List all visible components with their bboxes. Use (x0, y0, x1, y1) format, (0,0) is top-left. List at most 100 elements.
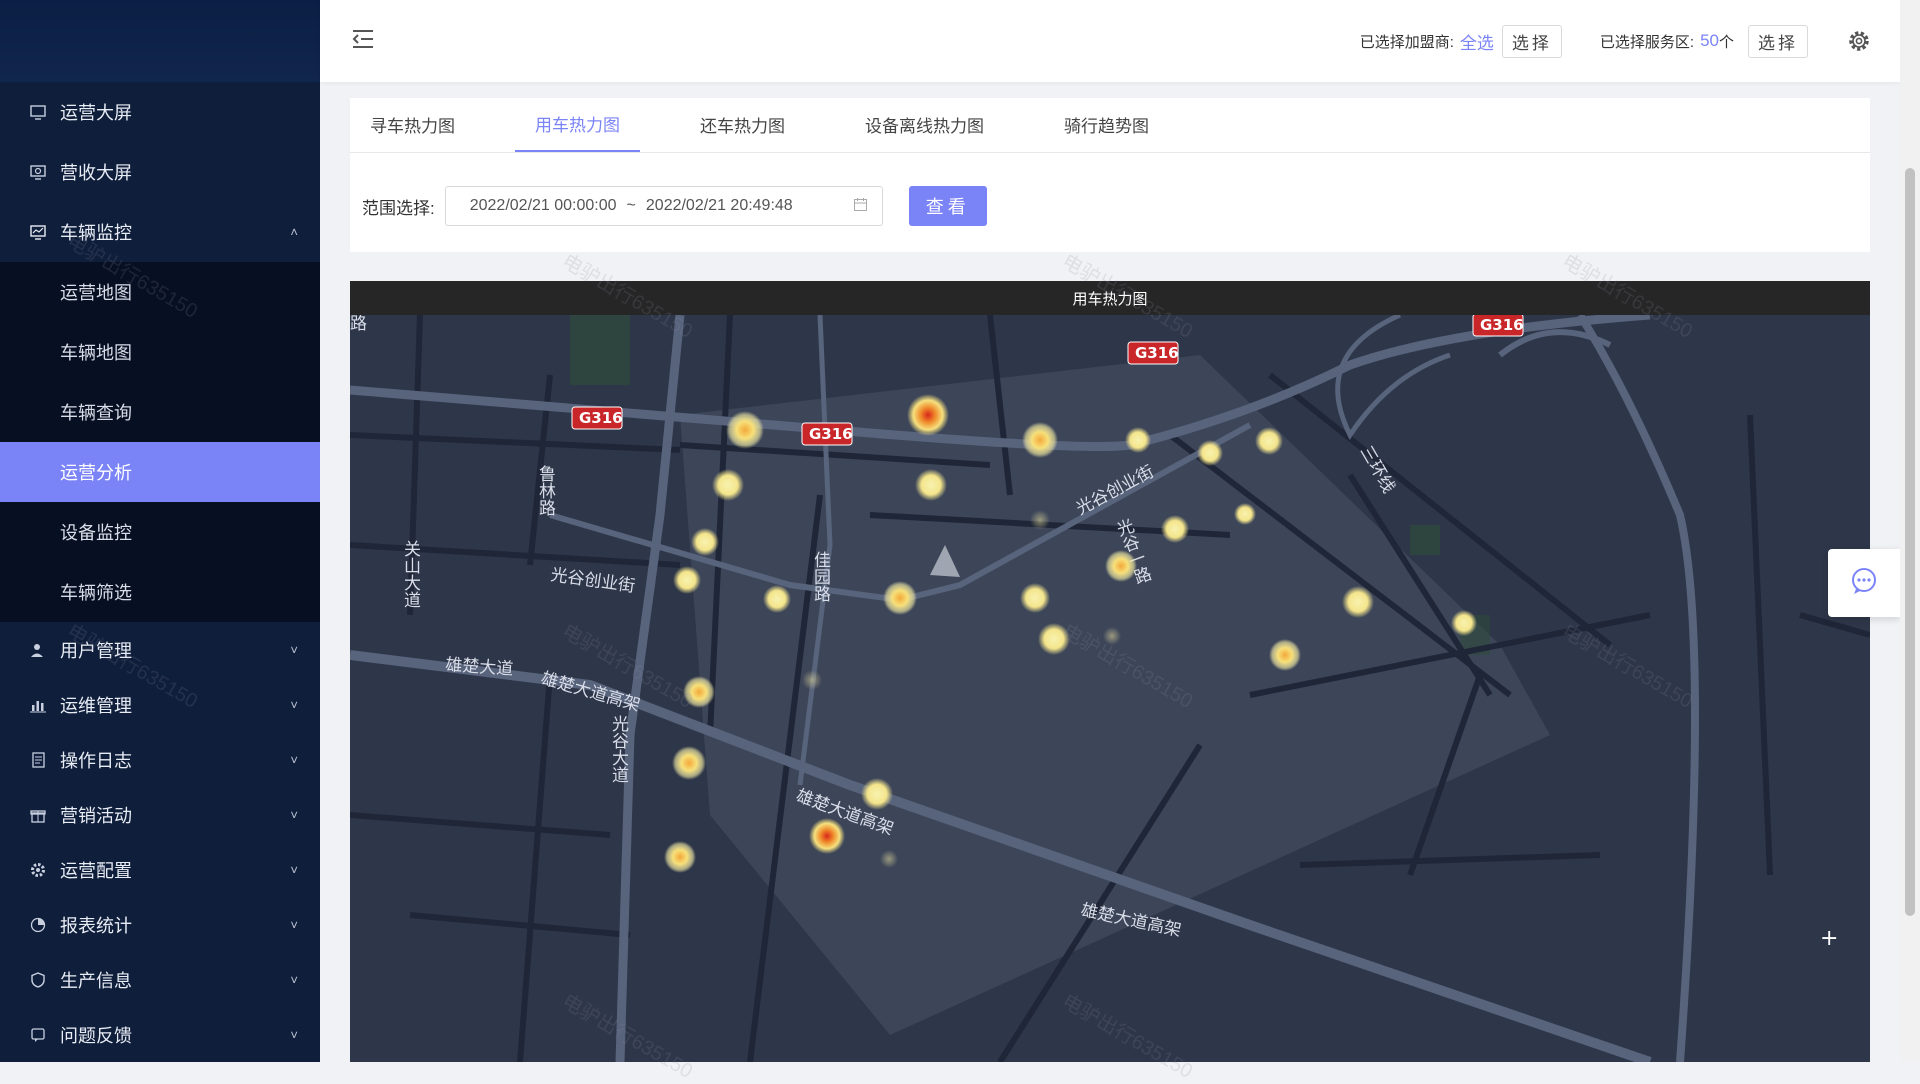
heat-point (683, 676, 715, 708)
chevron-down-icon: ˅ (290, 807, 298, 822)
sidebar-item-reports[interactable]: 报表统计 ˅ (0, 897, 320, 952)
revenue-monitor-icon (28, 162, 48, 182)
heat-point (1161, 515, 1189, 543)
heat-point (861, 778, 893, 810)
heat-point-faint (1103, 627, 1121, 645)
heat-point (1197, 440, 1223, 466)
heatmap-tab-card: 寻车热力图 用车热力图 还车热力图 设备离线热力图 骑行趋势图 范围选择: 20… (350, 98, 1870, 252)
road-label: 鲁林路 (535, 465, 556, 516)
start-date: 2022/02/21 00:00:00 (469, 197, 617, 214)
heat-point (673, 566, 701, 594)
chevron-down-icon: ˅ (290, 642, 298, 657)
date-range-picker[interactable]: 2022/02/21 00:00:00 ~ 2022/02/21 20:49:4… (444, 186, 883, 226)
gift-icon (28, 805, 48, 825)
sidebar-item-label: 车辆监控 (60, 223, 132, 243)
road-label: 光谷大道 (608, 715, 629, 783)
sidebar-item-label: 问题反馈 (60, 1025, 132, 1046)
tab-riding-trend[interactable]: 骑行趋势图 (1044, 97, 1169, 152)
sidebar-item-maintenance[interactable]: 运维管理 ˅ (0, 677, 320, 732)
highway-shield-label: G316 (1135, 344, 1179, 362)
chevron-up-icon: ˄ (290, 224, 298, 240)
sidebar-item-marketing[interactable]: 营销活动 ˅ (0, 787, 320, 842)
sidebar-item-label: 运营大屏 (60, 103, 132, 123)
heat-point (1022, 422, 1058, 458)
sidebar-item-feedback[interactable]: 问题反馈 ˅ (0, 1007, 320, 1062)
chevron-down-icon: ˅ (290, 972, 298, 987)
sidebar-item-label: 运营配置 (60, 860, 132, 881)
heat-point (712, 469, 744, 501)
sidebar-item-label: 运维管理 (60, 695, 132, 716)
sidebar-item-ops-map[interactable]: 运营地图 (0, 262, 320, 322)
heatmap-panel: 用车热力图 路 鲁林路 关山大道 光谷创业街 佳园路 光谷创业街 光谷一路 雄楚… (350, 281, 1870, 1062)
heat-point (1020, 583, 1050, 613)
tab-return-car-heatmap[interactable]: 还车热力图 (680, 97, 805, 152)
sidebar-item-vehicle-query[interactable]: 车辆查询 (0, 382, 320, 442)
heat-point-faint (1030, 510, 1050, 530)
sidebar-item-device-monitor[interactable]: 设备监控 (0, 502, 320, 562)
scroll-thumb[interactable] (1905, 168, 1915, 916)
heat-point (726, 411, 764, 449)
highway-shield-label: G316 (809, 425, 853, 443)
service-area-label: 已选择服务区: (1599, 33, 1695, 51)
logo-area (0, 0, 320, 82)
heat-point-faint (802, 670, 822, 690)
heat-point (883, 581, 917, 615)
vehicle-monitor-submenu: 运营地图 车辆地图 车辆查询 运营分析 设备监控 车辆筛选 (0, 262, 320, 622)
end-date: 2022/02/21 20:49:48 (645, 197, 793, 214)
chat-bubble-icon (1849, 566, 1879, 601)
heat-point-hot (809, 818, 845, 854)
sidebar-item-vehicle-monitor[interactable]: 车辆监控 ˄ (0, 202, 320, 262)
sidebar-item-ops-config[interactable]: 运营配置 ˅ (0, 842, 320, 897)
service-area-unit: 个 (1718, 33, 1734, 51)
sidebar-item-revenue-screen[interactable]: 营收大屏 (0, 142, 320, 202)
sidebar-item-user-mgmt[interactable]: 用户管理 ˅ (0, 622, 320, 677)
sidebar-item-op-log[interactable]: 操作日志 ˅ (0, 732, 320, 787)
chevron-down-icon: ˅ (290, 862, 298, 877)
highway-shield-label: G316 (1480, 316, 1524, 334)
sidebar: 运营大屏 营收大屏 车辆监控 ˄ 运营地图 车辆地图 车辆查询 运营分析 设备监… (0, 0, 320, 1062)
heat-point (1451, 610, 1477, 636)
menu-fold-icon[interactable] (350, 26, 376, 52)
settings-gear-icon[interactable] (1846, 28, 1872, 54)
park-area (1410, 525, 1440, 555)
heat-point (664, 841, 696, 873)
page-scrollbar[interactable] (1900, 0, 1920, 1062)
road-label: 路 (350, 315, 367, 334)
chevron-down-icon: ˅ (290, 917, 298, 932)
select-service-area-button[interactable]: 选择 (1748, 24, 1808, 58)
zoom-in-icon[interactable]: + (1820, 926, 1838, 951)
document-icon (28, 750, 48, 770)
tab-use-car-heatmap[interactable]: 用车热力图 (515, 97, 640, 152)
heat-point (1038, 623, 1070, 655)
sidebar-item-label: 报表统计 (60, 915, 132, 936)
map-title: 用车热力图 (350, 281, 1870, 315)
tab-find-car-heatmap[interactable]: 寻车热力图 (350, 97, 475, 152)
sidebar-item-vehicle-map[interactable]: 车辆地图 (0, 322, 320, 382)
chevron-down-icon: ˅ (290, 752, 298, 767)
heat-point (691, 528, 719, 556)
chat-float-button[interactable] (1828, 549, 1900, 617)
sidebar-item-label: 用户管理 (60, 640, 132, 661)
tab-device-offline-heatmap[interactable]: 设备离线热力图 (845, 97, 1004, 152)
vehicle-monitor-icon (28, 222, 48, 242)
highway-shield-label: G316 (579, 409, 623, 427)
sidebar-item-vehicle-filter[interactable]: 车辆筛选 (0, 562, 320, 622)
sidebar-item-label: 生产信息 (60, 970, 132, 991)
calendar-icon (853, 197, 868, 215)
bar-chart-icon (28, 695, 48, 715)
heat-point (1234, 503, 1256, 525)
gear-icon (28, 860, 48, 880)
select-franchise-button[interactable]: 选择 (1501, 24, 1562, 58)
sidebar-item-ops-screen[interactable]: 运营大屏 (0, 82, 320, 142)
query-button[interactable]: 查看 (908, 186, 987, 226)
franchise-label: 已选择加盟商: (1359, 33, 1454, 51)
pie-chart-icon (28, 915, 48, 935)
chevron-down-icon: ˅ (290, 697, 298, 712)
sidebar-item-production[interactable]: 生产信息 ˅ (0, 952, 320, 1007)
franchise-value: 全选 (1459, 33, 1494, 53)
monitor-icon (28, 102, 48, 122)
sidebar-item-ops-analysis[interactable]: 运营分析 (0, 442, 320, 502)
heatmap-map[interactable]: 路 鲁林路 关山大道 光谷创业街 佳园路 光谷创业街 光谷一路 雄楚大道 雄楚大… (350, 315, 1870, 1062)
sidebar-item-label: 营销活动 (60, 805, 132, 826)
park-area (570, 315, 630, 385)
